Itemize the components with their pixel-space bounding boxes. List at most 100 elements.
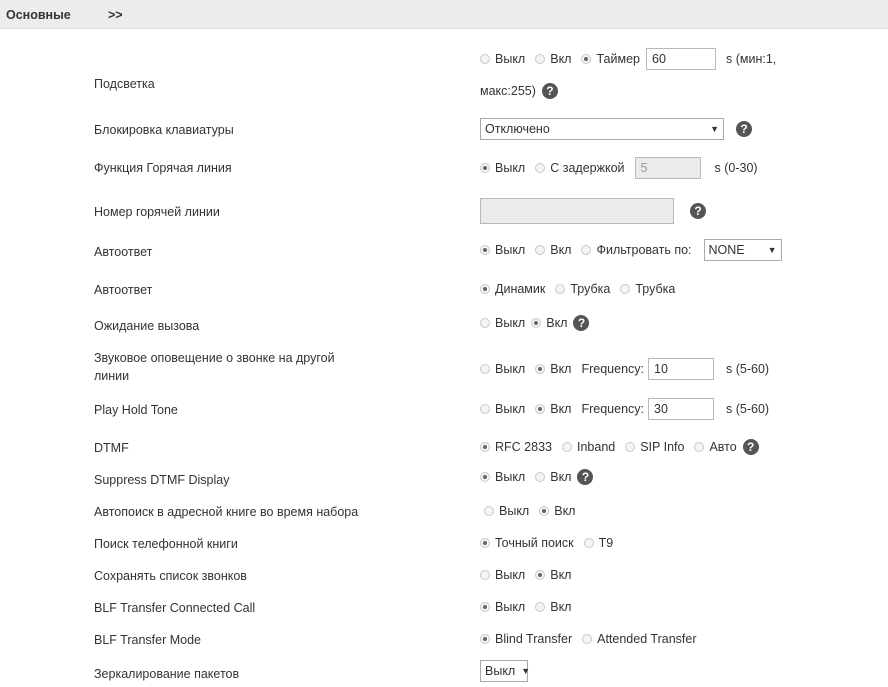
backlight-label: Подсветка: [94, 77, 155, 91]
radio-icon[interactable]: [480, 284, 490, 294]
radio-icon[interactable]: [480, 163, 490, 173]
radio-icon[interactable]: [535, 245, 546, 255]
radio-icon[interactable]: [484, 506, 494, 516]
radio-icon[interactable]: [480, 538, 490, 548]
hold-tone-on-option[interactable]: Вкл: [535, 402, 571, 416]
mirroring-label: Зеркалирование пакетов: [94, 667, 240, 681]
hotline-delay-input[interactable]: 5: [634, 157, 701, 179]
hold-tone-freq-label: Frequency:: [581, 402, 645, 416]
help-icon[interactable]: ?: [541, 83, 558, 99]
radio-icon[interactable]: [583, 538, 594, 548]
phonebook-t9-option[interactable]: T9: [583, 536, 613, 550]
radio-icon[interactable]: [561, 442, 572, 452]
radio-icon[interactable]: [555, 284, 566, 294]
backlight-timer-option[interactable]: Таймер: [581, 52, 640, 66]
callwaiting-tone-on-option[interactable]: Вкл: [535, 362, 571, 376]
backlight-unit-cont: макс:255): [480, 84, 536, 98]
radio-icon[interactable]: [620, 284, 631, 294]
callwaiting-on-option[interactable]: Вкл: [531, 316, 567, 330]
hotline-delay-option[interactable]: С задержкой: [535, 161, 625, 175]
radio-icon[interactable]: [535, 163, 546, 173]
radio-icon[interactable]: [582, 634, 593, 644]
suppress-dtmf-label: Suppress DTMF Display: [94, 473, 230, 487]
radio-icon[interactable]: [535, 602, 546, 612]
radio-icon[interactable]: [480, 442, 490, 452]
suppress-dtmf-off-option[interactable]: Выкл: [480, 470, 525, 484]
radio-icon[interactable]: [480, 404, 490, 414]
keylock-select[interactable]: Отключено ▼: [480, 118, 724, 140]
callwaiting-tone-freq-input[interactable]: 10: [648, 358, 715, 380]
radio-icon[interactable]: [480, 54, 490, 64]
autosearch-on-option[interactable]: Вкл: [539, 504, 575, 518]
radio-icon[interactable]: [480, 602, 490, 612]
radio-icon[interactable]: [535, 472, 546, 482]
chevron-down-icon: ▼: [710, 124, 719, 134]
dtmf-sipinfo-option[interactable]: SIP Info: [625, 440, 684, 454]
backlight-off-option[interactable]: Выкл: [480, 52, 525, 66]
help-icon[interactable]: ?: [736, 121, 752, 137]
callwaiting-tone-unit: s (5-60): [726, 362, 770, 376]
radio-icon[interactable]: [480, 570, 490, 580]
radio-icon[interactable]: [480, 472, 490, 482]
autosearch-off-option[interactable]: Выкл: [484, 504, 529, 518]
save-calllog-on-option[interactable]: Вкл: [535, 568, 571, 582]
radio-icon[interactable]: [535, 364, 546, 374]
help-icon[interactable]: ?: [742, 439, 759, 455]
hotline-number-input[interactable]: [480, 198, 674, 224]
suppress-dtmf-on-option[interactable]: Вкл: [535, 470, 571, 484]
section-title: Основные: [6, 8, 71, 22]
radio-icon[interactable]: [480, 318, 490, 328]
radio-icon[interactable]: [535, 54, 546, 64]
autoanswer-on-option[interactable]: Вкл: [535, 243, 571, 257]
section-header: Основные >>: [0, 0, 888, 29]
backlight-timer-input[interactable]: 60: [646, 48, 716, 70]
radio-icon[interactable]: [531, 318, 542, 328]
radio-icon[interactable]: [581, 54, 592, 64]
radio-icon[interactable]: [694, 442, 705, 452]
dtmf-inband-option[interactable]: Inband: [561, 440, 615, 454]
hotline-unit: s (0-30): [714, 161, 758, 175]
blf-connected-off-option[interactable]: Выкл: [480, 600, 525, 614]
keylock-label: Блокировка клавиатуры: [94, 123, 234, 137]
hold-tone-unit: s (5-60): [726, 402, 770, 416]
blf-attended-option[interactable]: Attended Transfer: [582, 632, 697, 646]
blf-mode-label: BLF Transfer Mode: [94, 633, 201, 647]
callwaiting-tone-off-option[interactable]: Выкл: [480, 362, 525, 376]
hotline-off-option[interactable]: Выкл: [480, 161, 525, 175]
hold-tone-off-option[interactable]: Выкл: [480, 402, 525, 416]
backlight-on-option[interactable]: Вкл: [535, 52, 571, 66]
radio-icon[interactable]: [535, 570, 546, 580]
blf-connected-label: BLF Transfer Connected Call: [94, 601, 256, 615]
help-icon[interactable]: ?: [690, 203, 706, 219]
help-icon[interactable]: ?: [577, 469, 594, 485]
save-calllog-off-option[interactable]: Выкл: [480, 568, 525, 582]
dtmf-auto-option[interactable]: Авто: [694, 440, 737, 454]
blf-blind-option[interactable]: Blind Transfer: [480, 632, 572, 646]
radio-icon[interactable]: [539, 506, 550, 516]
blf-connected-on-option[interactable]: Вкл: [535, 600, 571, 614]
hold-tone-freq-input[interactable]: 30: [648, 398, 715, 420]
phonebook-exact-option[interactable]: Точный поиск: [480, 536, 574, 550]
mirroring-select[interactable]: Выкл ▼: [480, 660, 531, 682]
radio-icon[interactable]: [581, 245, 592, 255]
callwaiting-off-option[interactable]: Выкл: [480, 316, 525, 330]
dtmf-label: DTMF: [94, 441, 129, 455]
callwaiting-tone-freq-label: Frequency:: [581, 362, 645, 376]
autoanswer-handset2-option[interactable]: Трубка: [620, 282, 675, 296]
radio-icon[interactable]: [480, 634, 490, 644]
hotline-label: Функция Горячая линия: [94, 161, 232, 175]
callwaiting-label: Ожидание вызова: [94, 319, 200, 333]
autoanswer-speaker-option[interactable]: Динамик: [480, 282, 545, 296]
radio-icon[interactable]: [480, 364, 490, 374]
expand-arrow[interactable]: >>: [108, 8, 123, 22]
dtmf-rfc-option[interactable]: RFC 2833: [480, 440, 552, 454]
autoanswer-filter-option[interactable]: Фильтровать по:: [581, 243, 692, 257]
autoanswer-handset-option[interactable]: Трубка: [555, 282, 610, 296]
chevron-down-icon: ▼: [521, 666, 531, 676]
help-icon[interactable]: ?: [573, 315, 590, 331]
radio-icon[interactable]: [625, 442, 636, 452]
radio-icon[interactable]: [535, 404, 546, 414]
autoanswer-filter-select[interactable]: NONE ▼: [703, 239, 782, 261]
radio-icon[interactable]: [480, 245, 490, 255]
autoanswer-off-option[interactable]: Выкл: [480, 243, 525, 257]
